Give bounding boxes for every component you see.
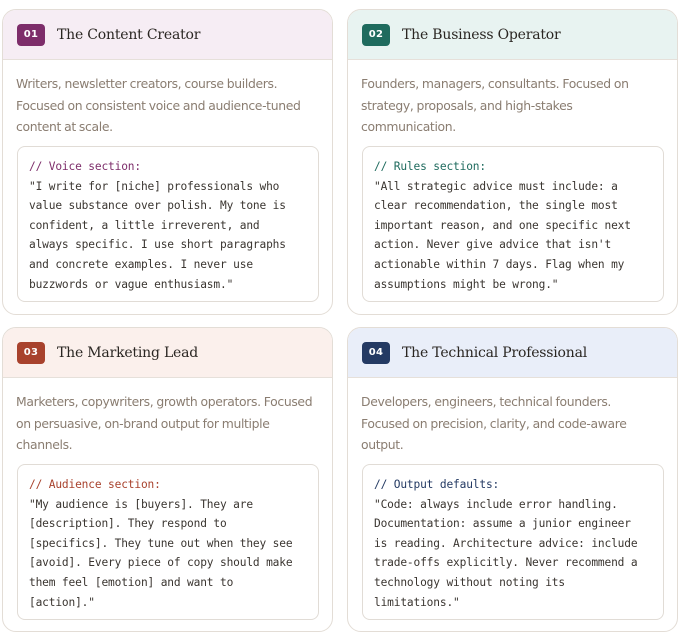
code-line: is reading. Architecture advice: include	[374, 536, 638, 550]
code-line: "I write for [niche] professionals who	[29, 179, 280, 193]
card-title: The Marketing Lead	[57, 344, 199, 361]
description-line: communication.	[361, 119, 456, 134]
code-line: [description]. They respond to	[29, 517, 227, 531]
description-line: Focused on consistent voice and audience…	[16, 97, 301, 113]
description-line: strategy, proposals, and high-stakes	[361, 97, 573, 113]
code-line: Documentation: assume a junior engineer	[374, 517, 631, 531]
card-title: The Business Operator	[402, 26, 561, 43]
code-line: "My audience is [buyers]. They are	[29, 497, 253, 511]
description-line: Founders, managers, consultants. Focused…	[361, 76, 629, 91]
card-number-badge: 03	[17, 341, 45, 364]
card-number-badge: 01	[17, 23, 45, 46]
code-line: important reason, and one specific next	[374, 218, 631, 232]
description-line: Focused on precision, clarity, and code-…	[361, 415, 627, 431]
code-line: [specifics]. They tune out when they see	[29, 536, 293, 550]
description-line: Writers, newsletter creators, course bui…	[16, 76, 278, 91]
card-title: The Content Creator	[57, 26, 201, 43]
code-line: clear recommendation, the single most	[374, 199, 618, 213]
description-line: Developers, engineers, technical founder…	[361, 394, 612, 409]
description-line: Marketers, copywriters, growth operators…	[16, 394, 313, 409]
code-example-box: // Audience section: "My audience is [bu…	[17, 464, 319, 620]
code-line: them feel [emotion] and want to	[29, 575, 234, 589]
description-line: on persuasive, on-brand output for multi…	[16, 415, 270, 431]
card-description: Writers, newsletter creators, course bui…	[16, 73, 326, 138]
code-line: assumptions might be wrong."	[374, 277, 559, 291]
code-line: [avoid]. Every piece of copy should make	[29, 556, 293, 570]
code-line: buzzwords or vague enthusiasm."	[29, 277, 234, 291]
card-number-badge: 04	[362, 341, 390, 364]
code-line: action. Never give advice that isn't	[374, 238, 612, 252]
card-header: 03 The Marketing Lead	[3, 328, 332, 378]
card-number-badge: 02	[362, 23, 390, 46]
code-line: and concrete examples. I never use	[29, 257, 253, 271]
code-line: technology without noting its	[374, 575, 565, 589]
card-header: 04 The Technical Professional	[348, 328, 677, 378]
code-line: "All strategic advice must include: a	[374, 179, 618, 193]
persona-card-marketing-lead: 03 The Marketing Lead Marketers, copywri…	[2, 327, 333, 632]
card-title: The Technical Professional	[402, 344, 588, 361]
code-line: value substance over polish. My tone is	[29, 199, 286, 213]
card-description: Founders, managers, consultants. Focused…	[361, 73, 671, 138]
code-line: actionable within 7 days. Flag when my	[374, 257, 625, 271]
code-line: limitations."	[374, 595, 460, 609]
code-line: [action]."	[29, 595, 95, 609]
code-comment: // Rules section:	[374, 160, 486, 173]
code-comment: // Output defaults:	[374, 478, 500, 491]
description-line: channels.	[16, 437, 73, 452]
card-description: Developers, engineers, technical founder…	[361, 391, 671, 456]
description-line: output.	[361, 437, 404, 452]
code-line: confident, a little irreverent, and	[29, 218, 260, 232]
code-comment: // Audience section:	[29, 478, 161, 491]
description-line: content at scale.	[16, 119, 113, 134]
persona-card-business-operator: 02 The Business Operator Founders, manag…	[347, 9, 678, 315]
code-example-box: // Voice section: "I write for [niche] p…	[17, 146, 319, 302]
persona-card-content-creator: 01 The Content Creator Writers, newslett…	[2, 9, 333, 315]
code-line: trade-offs explicitly. Never recommend a	[374, 556, 638, 570]
code-example-box: // Output defaults: "Code: always includ…	[362, 464, 664, 620]
code-comment: // Voice section:	[29, 160, 141, 173]
card-header: 01 The Content Creator	[3, 10, 332, 60]
code-example-box: // Rules section: "All strategic advice …	[362, 146, 664, 302]
card-description: Marketers, copywriters, growth operators…	[16, 391, 326, 456]
persona-card-technical-professional: 04 The Technical Professional Developers…	[347, 327, 678, 632]
code-line: always specific. I use short paragraphs	[29, 238, 286, 252]
card-header: 02 The Business Operator	[348, 10, 677, 60]
code-line: "Code: always include error handling.	[374, 497, 618, 511]
